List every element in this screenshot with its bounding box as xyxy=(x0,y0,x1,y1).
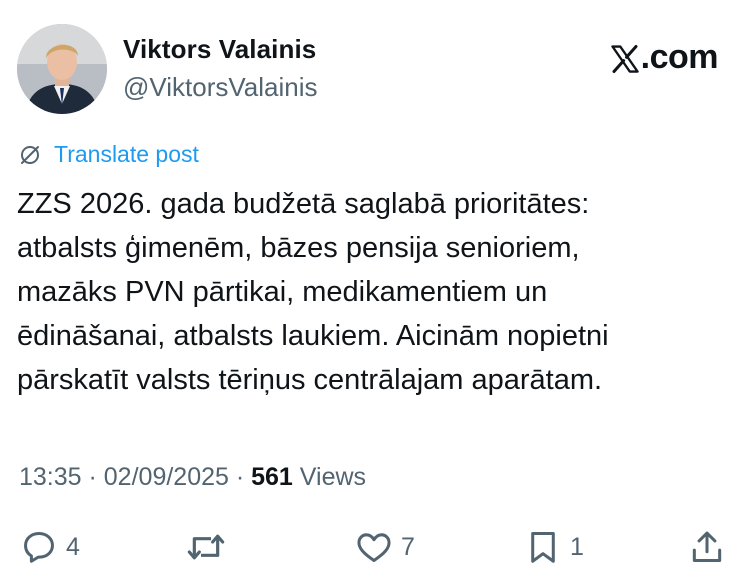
like-button[interactable]: 7 xyxy=(355,527,415,567)
share-button[interactable] xyxy=(688,527,726,567)
tweet-text: ZZS 2026. gada budžetā saglabā prioritāt… xyxy=(17,188,609,396)
like-count: 7 xyxy=(401,532,415,561)
author-name[interactable]: Viktors Valainis xyxy=(123,34,316,65)
bookmark-button[interactable]: 1 xyxy=(524,527,584,567)
heart-icon xyxy=(357,533,391,562)
views-count: 561 xyxy=(251,463,293,491)
bookmark-count: 1 xyxy=(570,532,584,561)
tweet-time[interactable]: 13:35 xyxy=(19,463,82,492)
translate-post-label[interactable]: Translate post xyxy=(54,141,199,168)
reply-icon xyxy=(24,532,54,563)
tweet-meta: 13:35 · 02/09/2025 · 561 Views xyxy=(19,463,366,492)
repost-button[interactable] xyxy=(186,527,226,567)
reply-button[interactable]: 4 xyxy=(20,527,80,567)
meta-separator: · xyxy=(228,463,252,491)
brand-domain: .com xyxy=(640,38,719,76)
translate-post-link[interactable]: Translate post xyxy=(18,141,199,168)
author-handle[interactable]: @ViktorsValainis xyxy=(123,72,318,103)
share-icon xyxy=(692,531,722,562)
bookmark-icon xyxy=(531,532,555,563)
brand-logo: .com xyxy=(610,38,719,77)
avatar[interactable] xyxy=(17,24,107,114)
repost-icon xyxy=(187,534,225,560)
views-label: Views xyxy=(292,463,367,491)
translate-icon xyxy=(21,145,39,164)
tweet-date[interactable]: 02/09/2025 xyxy=(104,463,229,492)
x-logo-icon xyxy=(610,44,639,73)
reply-count: 4 xyxy=(66,532,80,561)
meta-separator: · xyxy=(81,463,104,491)
